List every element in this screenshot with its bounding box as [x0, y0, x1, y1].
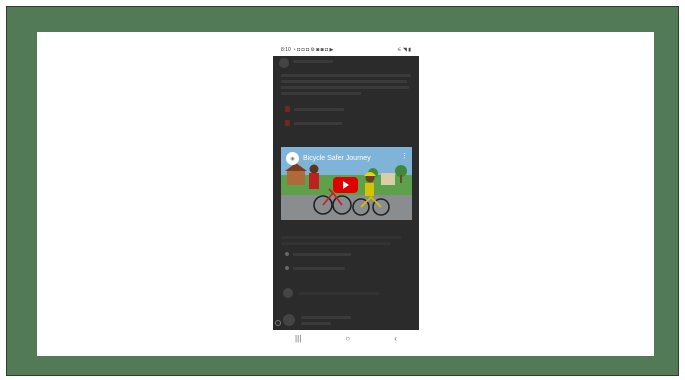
info-icon[interactable] [275, 320, 281, 326]
comment-avatar [283, 288, 293, 298]
phone-screenshot: 8:10 ◔ ◘ ◘ ◘ ⚙ ◙ ◙ ◘ ▶ ⚟ ◥ ▮ ◉ Bicycle S… [273, 44, 419, 330]
video-title[interactable]: Bicycle Safer Journey [303, 155, 371, 162]
post-text-line [281, 92, 361, 95]
attachment-row[interactable] [285, 120, 342, 126]
youtube-video-embed[interactable]: ◉ Bicycle Safer Journey ⋮ [281, 147, 412, 220]
pdf-icon [285, 120, 290, 126]
comment-input-line[interactable] [299, 292, 379, 295]
pdf-icon [285, 106, 290, 112]
post-avatar [283, 314, 295, 326]
post-avatar [279, 58, 289, 68]
link-icon [285, 252, 289, 256]
recents-button[interactable]: ||| [295, 334, 301, 343]
caption-line [281, 236, 401, 239]
post-text-line [281, 80, 407, 83]
channel-logo-icon: ◉ [290, 155, 295, 162]
link-row[interactable] [285, 266, 345, 270]
more-options-icon[interactable]: ⋮ [401, 153, 408, 160]
page-frame: 8:10 ◔ ◘ ◘ ◘ ⚙ ◙ ◙ ◘ ▶ ⚟ ◥ ▮ ◉ Bicycle S… [0, 0, 685, 380]
status-bar: 8:10 ◔ ◘ ◘ ◘ ⚙ ◙ ◙ ◘ ▶ ⚟ ◥ ▮ [273, 44, 419, 56]
status-time: 8:10 [281, 47, 291, 53]
post-text-line [281, 74, 411, 77]
android-nav-bar: ||| ○ ‹ [273, 330, 419, 346]
play-icon [342, 181, 349, 189]
post-text-line [281, 86, 409, 89]
home-button[interactable]: ○ [345, 334, 350, 343]
post-author-line [301, 316, 351, 319]
attachment-row[interactable] [285, 106, 344, 112]
notification-icons: ◔ ◘ ◘ ◘ ⚙ ◙ ◙ ◘ ▶ [292, 47, 334, 53]
link-row[interactable] [285, 252, 351, 256]
signal-battery-icons: ⚟ ◥ ▮ [397, 47, 411, 53]
link-icon [285, 266, 289, 270]
post-author-line [293, 60, 333, 63]
back-button[interactable]: ‹ [394, 334, 397, 343]
post-date-line [301, 322, 331, 325]
channel-logo[interactable]: ◉ [286, 152, 299, 165]
caption-line [281, 242, 391, 245]
play-button[interactable] [333, 177, 358, 193]
